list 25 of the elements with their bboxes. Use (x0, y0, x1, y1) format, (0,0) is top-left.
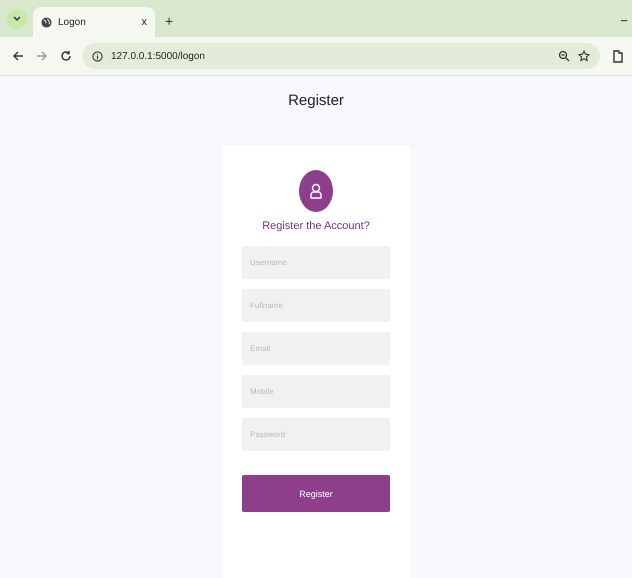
page-heading: Register (288, 92, 344, 109)
extension-icon[interactable] (612, 49, 624, 63)
input-field[interactable]: Password (242, 418, 390, 451)
browser-tab[interactable]: Logon x (33, 7, 155, 37)
reload-icon[interactable] (60, 50, 72, 62)
chevron-down-icon (13, 16, 21, 22)
input-field[interactable]: Mobile (242, 375, 390, 408)
input-field[interactable]: Email (242, 332, 390, 365)
info-icon (92, 50, 103, 62)
form-subtitle: Register the Account? (262, 220, 370, 232)
minimize-button[interactable]: − (620, 13, 628, 28)
forward-icon[interactable] (36, 50, 48, 62)
back-icon[interactable] (12, 50, 24, 62)
tab-search-button[interactable] (7, 9, 27, 29)
input-field[interactable]: Username (242, 246, 390, 279)
input-field[interactable]: Fullname (242, 289, 390, 322)
new-tab-button[interactable]: + (165, 13, 174, 29)
register-button[interactable]: Register (242, 475, 390, 512)
tab-title: Logon (58, 16, 87, 28)
star-icon[interactable] (578, 50, 590, 62)
zoom-icon[interactable] (558, 50, 570, 62)
user-icon (309, 183, 323, 199)
close-tab-button[interactable]: x (142, 16, 147, 28)
url-text: 127.0.0.1:5000/logon (111, 50, 205, 62)
address-bar[interactable]: 127.0.0.1:5000/logon (82, 43, 600, 69)
